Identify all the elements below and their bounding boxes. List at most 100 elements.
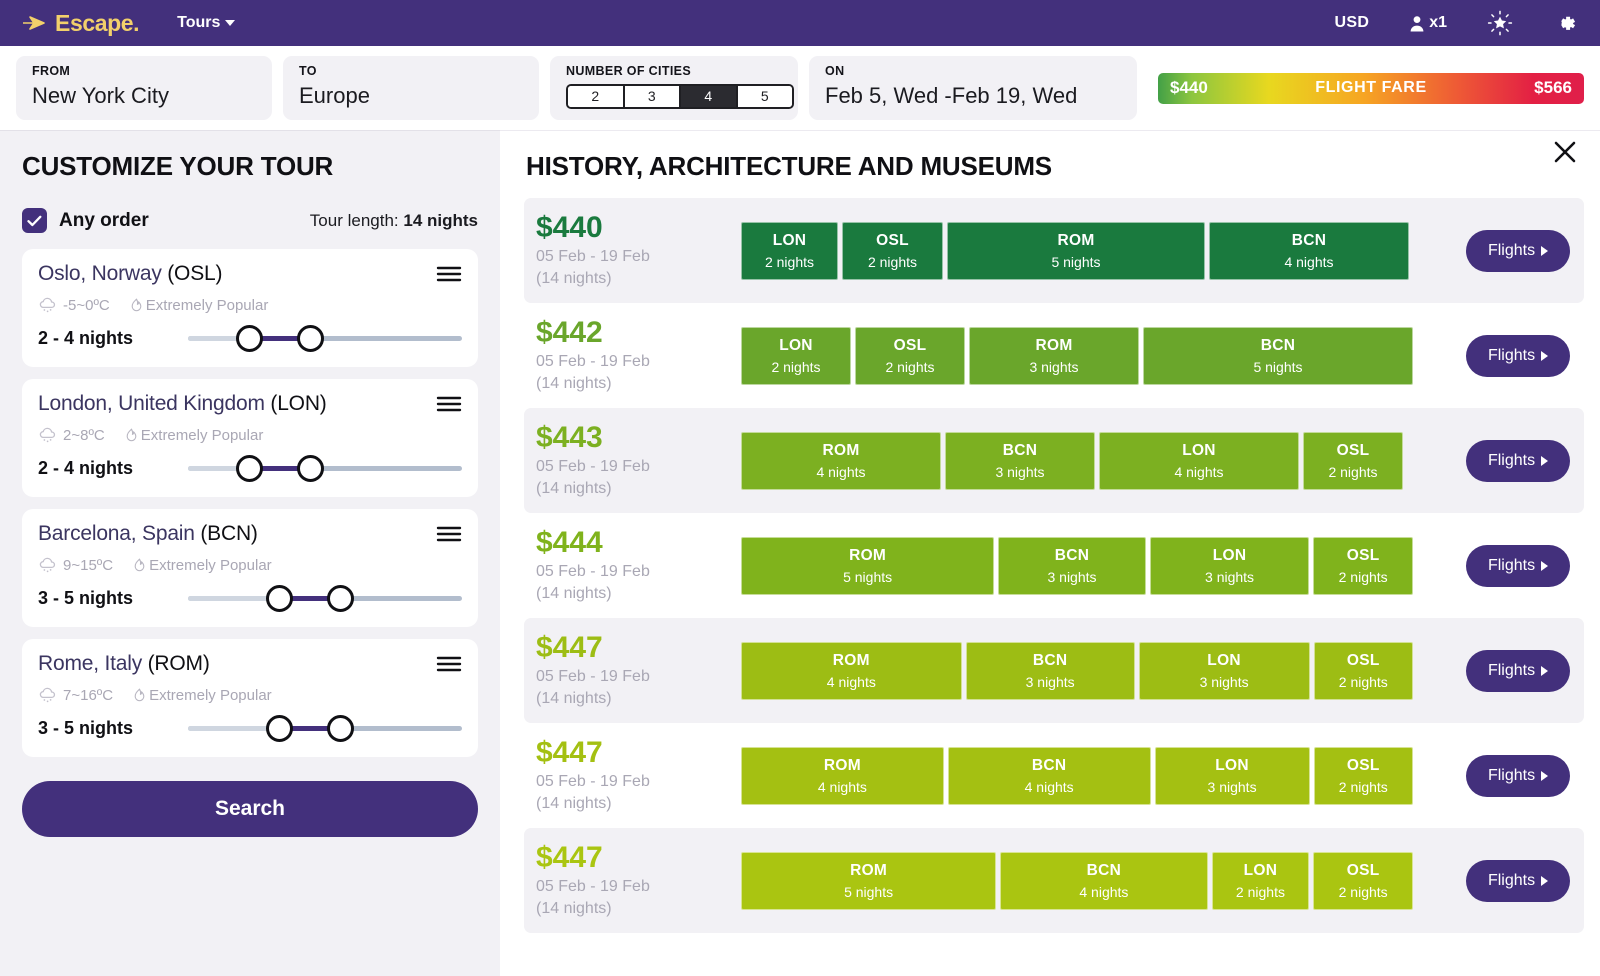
nav-tours-label: Tours bbox=[177, 14, 221, 31]
itinerary-city-segment[interactable]: LON 2 nights bbox=[741, 326, 851, 385]
close-button[interactable] bbox=[1550, 137, 1580, 172]
slider-knob-min[interactable] bbox=[235, 455, 263, 482]
itinerary-segments: ROM 5 nights BCN 4 nights LON 2 nights OSL 2 ni… bbox=[741, 851, 1413, 910]
segment-nights: 5 nights bbox=[1253, 358, 1303, 375]
itinerary-city-segment[interactable]: OSL 2 nights bbox=[1313, 536, 1413, 595]
drag-handle-icon[interactable] bbox=[436, 262, 462, 288]
drag-handle-icon[interactable] bbox=[436, 652, 462, 678]
slider-knob-max[interactable] bbox=[296, 325, 324, 352]
nights-range-slider[interactable] bbox=[188, 323, 462, 353]
itinerary-row[interactable]: $447 05 Feb - 19 Feb (14 nights) ROM 4 night… bbox=[524, 618, 1584, 723]
itinerary-city-segment[interactable]: ROM 3 nights bbox=[969, 326, 1139, 385]
itinerary-city-segment[interactable]: LON 3 nights bbox=[1154, 746, 1310, 805]
date-field[interactable]: ON Feb 5, Wed -Feb 19, Wed bbox=[809, 56, 1137, 120]
nav-tours-menu[interactable]: Tours bbox=[177, 14, 236, 32]
itinerary-row[interactable]: $443 05 Feb - 19 Feb (14 nights) ROM 4 night… bbox=[524, 408, 1584, 513]
city-card: London, United Kingdom (LON) 2~8ºC Extreme… bbox=[22, 379, 478, 497]
itinerary-city-segment[interactable]: LON 3 nights bbox=[1138, 641, 1310, 700]
plane-icon bbox=[23, 16, 45, 30]
itinerary-city-segment[interactable]: LON 4 nights bbox=[1099, 431, 1299, 490]
popularity-tag: Extremely Popular bbox=[133, 687, 272, 704]
cities-option-5[interactable]: 5 bbox=[737, 85, 792, 107]
to-field[interactable]: TO Europe bbox=[283, 56, 539, 120]
city-card-meta: 9~15ºC Extremely Popular bbox=[38, 557, 462, 574]
drag-handle-icon[interactable] bbox=[436, 522, 462, 548]
segment-city-code: BCN bbox=[1032, 651, 1068, 669]
check-icon bbox=[27, 215, 42, 226]
slider-knob-max[interactable] bbox=[327, 715, 355, 742]
nights-range-label: 2 - 4 nights bbox=[38, 327, 134, 348]
cities-option-2[interactable]: 2 bbox=[568, 85, 625, 107]
temperature-range: 9~15ºC bbox=[63, 557, 114, 574]
itinerary-city-segment[interactable]: LON 2 nights bbox=[1211, 851, 1310, 910]
flights-button[interactable]: Flights bbox=[1466, 649, 1570, 692]
itinerary-row[interactable]: $440 05 Feb - 19 Feb (14 nights) LON 2 night… bbox=[524, 198, 1584, 303]
cities-option-4[interactable]: 4 bbox=[681, 85, 738, 107]
itinerary-city-segment[interactable]: OSL 2 nights bbox=[1313, 851, 1413, 910]
snow-cloud-icon bbox=[39, 297, 56, 313]
brand-logo[interactable]: Escape. bbox=[22, 9, 140, 37]
brand-name: Escape. bbox=[55, 9, 140, 36]
sparkle-star-button[interactable] bbox=[1487, 10, 1513, 36]
segment-nights: 4 nights bbox=[1079, 883, 1129, 900]
city-code: (LON) bbox=[270, 392, 327, 415]
itinerary-city-segment[interactable]: ROM 4 nights bbox=[741, 746, 944, 805]
nights-range-slider[interactable] bbox=[188, 583, 462, 613]
slider-knob-min[interactable] bbox=[235, 325, 263, 352]
flights-button[interactable]: Flights bbox=[1466, 754, 1570, 797]
nights-range-slider[interactable] bbox=[188, 713, 462, 743]
itinerary-city-segment[interactable]: BCN 3 nights bbox=[945, 431, 1095, 490]
navbar-right-group: USD x1 bbox=[1335, 10, 1578, 36]
nights-range-slider[interactable] bbox=[188, 453, 462, 483]
slider-knob-min[interactable] bbox=[266, 585, 294, 612]
flights-button[interactable]: Flights bbox=[1466, 334, 1570, 377]
currency-selector[interactable]: USD bbox=[1335, 14, 1370, 32]
itinerary-city-segment[interactable]: LON 2 nights bbox=[741, 221, 838, 280]
itinerary-city-segment[interactable]: BCN 3 nights bbox=[965, 641, 1135, 700]
itinerary-city-segment[interactable]: BCN 5 nights bbox=[1143, 326, 1413, 385]
itinerary-city-segment[interactable]: ROM 4 nights bbox=[741, 641, 962, 700]
segment-nights: 5 nights bbox=[843, 568, 893, 585]
itinerary-city-segment[interactable]: ROM 5 nights bbox=[741, 536, 995, 595]
number-of-cities-selector[interactable]: 2345 bbox=[566, 83, 794, 109]
itinerary-city-segment[interactable]: ROM 4 nights bbox=[741, 431, 941, 490]
itinerary-row[interactable]: $442 05 Feb - 19 Feb (14 nights) LON 2 night… bbox=[524, 303, 1584, 408]
itinerary-price-block: $440 05 Feb - 19 Feb (14 nights) bbox=[536, 212, 741, 290]
popularity-tag: Extremely Popular bbox=[133, 557, 272, 574]
flights-button[interactable]: Flights bbox=[1466, 229, 1570, 272]
nights-range-label: 3 - 5 nights bbox=[38, 717, 134, 738]
flights-button[interactable]: Flights bbox=[1466, 544, 1570, 587]
itinerary-city-segment[interactable]: OSL 2 nights bbox=[842, 221, 943, 280]
flights-button[interactable]: Flights bbox=[1466, 859, 1570, 902]
drag-handle-icon[interactable] bbox=[436, 392, 462, 418]
itinerary-city-segment[interactable]: BCN 4 nights bbox=[947, 746, 1151, 805]
itinerary-city-segment[interactable]: LON 3 nights bbox=[1149, 536, 1310, 595]
flame-icon bbox=[134, 688, 145, 702]
itinerary-city-segment[interactable]: OSL 2 nights bbox=[1303, 431, 1403, 490]
slider-knob-max[interactable] bbox=[327, 585, 355, 612]
itinerary-city-segment[interactable]: ROM 5 nights bbox=[947, 221, 1205, 280]
itinerary-row[interactable]: $444 05 Feb - 19 Feb (14 nights) ROM 5 night… bbox=[524, 513, 1584, 618]
passenger-count[interactable]: x1 bbox=[1409, 14, 1447, 32]
settings-button[interactable] bbox=[1553, 11, 1578, 36]
any-order-checkbox[interactable] bbox=[22, 208, 47, 233]
from-field[interactable]: FROM New York City bbox=[16, 56, 272, 120]
search-button[interactable]: Search bbox=[22, 781, 478, 837]
flights-button[interactable]: Flights bbox=[1466, 439, 1570, 482]
itinerary-city-segment[interactable]: OSL 2 nights bbox=[1313, 641, 1413, 700]
itinerary-row[interactable]: $447 05 Feb - 19 Feb (14 nights) ROM 5 night… bbox=[524, 828, 1584, 933]
itinerary-dates: 05 Feb - 19 Feb (14 nights) bbox=[536, 353, 650, 392]
itinerary-row[interactable]: $447 05 Feb - 19 Feb (14 nights) ROM 4 night… bbox=[524, 723, 1584, 828]
itinerary-city-segment[interactable]: OSL 2 nights bbox=[855, 326, 965, 385]
slider-knob-max[interactable] bbox=[296, 455, 324, 482]
city-card-header: Oslo, Norway (OSL) bbox=[38, 262, 462, 288]
itinerary-city-segment[interactable]: OSL 2 nights bbox=[1313, 746, 1413, 805]
slider-knob-min[interactable] bbox=[266, 715, 294, 742]
itinerary-city-segment[interactable]: BCN 4 nights bbox=[1209, 221, 1409, 280]
segment-nights: 3 nights bbox=[1207, 778, 1257, 795]
itinerary-city-segment[interactable]: BCN 4 nights bbox=[1000, 851, 1208, 910]
popularity-label: Extremely Popular bbox=[149, 557, 272, 574]
cities-option-3[interactable]: 3 bbox=[624, 85, 681, 107]
itinerary-city-segment[interactable]: BCN 3 nights bbox=[998, 536, 1146, 595]
itinerary-city-segment[interactable]: ROM 5 nights bbox=[741, 851, 997, 910]
